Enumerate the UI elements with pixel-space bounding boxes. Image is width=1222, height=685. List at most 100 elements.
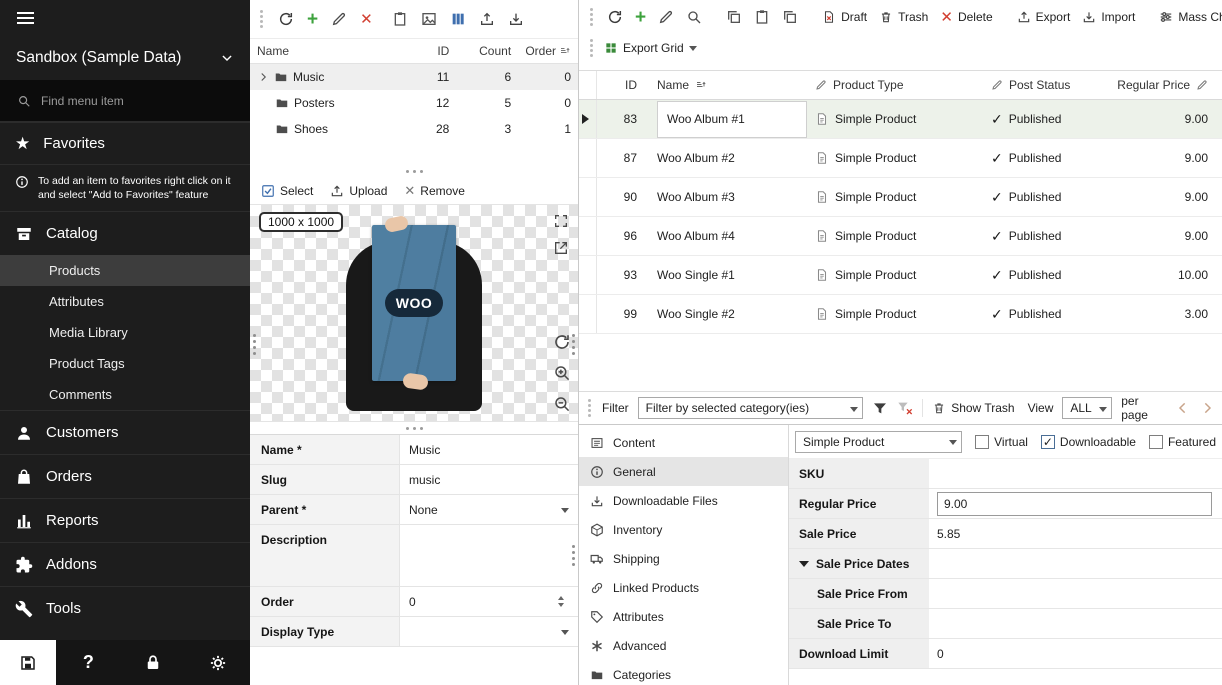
toolbar-grip[interactable]: [588, 39, 595, 57]
horizontal-splitter[interactable]: [250, 422, 578, 434]
sidebar-item-products[interactable]: Products: [0, 255, 250, 286]
sale-price-field[interactable]: 5.85: [929, 519, 1222, 548]
edit-pencil-icon[interactable]: [331, 11, 347, 27]
product-row[interactable]: 99 Woo Single #2 Simple Product ✓Publish…: [579, 295, 1222, 334]
paste-icon[interactable]: [754, 9, 770, 25]
zoom-in-icon[interactable]: [553, 364, 571, 382]
select-image-button[interactable]: Select: [261, 184, 313, 198]
product-row[interactable]: 96 Woo Album #4 Simple Product ✓Publishe…: [579, 217, 1222, 256]
name-field[interactable]: Music: [400, 435, 578, 464]
sale-price-from-field[interactable]: [929, 579, 1222, 608]
product-type-select[interactable]: Simple Product: [795, 431, 962, 453]
order-spinner[interactable]: [552, 593, 569, 610]
settings-button[interactable]: [185, 640, 250, 685]
upload-image-button[interactable]: Upload: [330, 184, 387, 198]
downloadable-checkbox[interactable]: ✓ Downloadable: [1041, 435, 1136, 449]
expand-chevron-icon[interactable]: [257, 71, 269, 83]
tab-inventory[interactable]: Inventory: [579, 515, 788, 544]
copy-icon[interactable]: [726, 9, 742, 25]
zoom-out-icon[interactable]: [553, 395, 571, 413]
edit-pencil-icon[interactable]: [658, 9, 674, 25]
image-icon[interactable]: [421, 11, 437, 27]
col-name[interactable]: Name: [250, 44, 401, 58]
prev-page-icon[interactable]: [1175, 400, 1191, 416]
col-product-name[interactable]: Name: [647, 78, 807, 92]
draft-button[interactable]: Draft: [822, 10, 867, 24]
per-page-select[interactable]: ALL: [1062, 397, 1112, 419]
col-order[interactable]: Order: [518, 44, 578, 58]
fullscreen-icon[interactable]: [553, 213, 569, 229]
toolbar-grip[interactable]: [586, 399, 593, 417]
next-page-icon[interactable]: [1199, 400, 1215, 416]
toolbar-grip[interactable]: [588, 8, 595, 26]
trash-button[interactable]: Trash: [879, 10, 928, 24]
tab-content[interactable]: Content: [579, 428, 788, 457]
store-selector[interactable]: Sandbox (Sample Data): [0, 36, 250, 80]
sale-price-dates-group[interactable]: Sale Price Dates: [789, 549, 1222, 579]
col-product-type[interactable]: Product Type: [807, 78, 987, 92]
refresh-icon[interactable]: [607, 9, 623, 25]
order-field[interactable]: 0: [400, 587, 578, 616]
product-row[interactable]: 93 Woo Single #1 Simple Product ✓Publish…: [579, 256, 1222, 295]
search-icon[interactable]: [686, 9, 702, 25]
tab-shipping[interactable]: Shipping: [579, 544, 788, 573]
category-filter-select[interactable]: Filter by selected category(ies): [638, 397, 864, 419]
regular-price-field[interactable]: 9.00: [929, 489, 1222, 518]
col-post-status[interactable]: Post Status: [987, 78, 1105, 92]
remove-image-button[interactable]: ✕ Remove: [404, 184, 465, 198]
columns-icon[interactable]: [450, 11, 466, 27]
sidebar-item-addons[interactable]: Addons: [0, 542, 250, 586]
download-tray-icon[interactable]: [508, 11, 524, 27]
product-row[interactable]: 90 Woo Album #3 Simple Product ✓Publishe…: [579, 178, 1222, 217]
sidebar-item-tools[interactable]: Tools: [0, 586, 250, 630]
col-id[interactable]: ID: [401, 44, 457, 58]
description-field[interactable]: [400, 525, 578, 586]
col-count[interactable]: Count: [456, 44, 518, 58]
add-category-icon[interactable]: +: [307, 10, 318, 29]
product-row[interactable]: 87 Woo Album #2 Simple Product ✓Publishe…: [579, 139, 1222, 178]
sidebar-item-media-library[interactable]: Media Library: [0, 317, 250, 348]
toolbar-grip[interactable]: [258, 10, 265, 28]
clear-filter-icon[interactable]: [897, 400, 913, 416]
tab-downloadable-files[interactable]: Downloadable Files: [579, 486, 788, 515]
tab-attributes[interactable]: Attributes: [579, 602, 788, 631]
sidebar-item-catalog[interactable]: Catalog: [0, 211, 250, 255]
tab-general[interactable]: General: [579, 457, 788, 486]
regular-price-input[interactable]: 9.00: [937, 492, 1212, 516]
product-row[interactable]: 83 Woo Album #1 Simple Product ✓Publishe…: [579, 100, 1222, 139]
hamburger-menu-icon[interactable]: [17, 12, 34, 24]
sidebar-item-reports[interactable]: Reports: [0, 498, 250, 542]
open-external-icon[interactable]: [553, 240, 569, 256]
menu-search-input[interactable]: Find menu item: [0, 80, 250, 122]
tab-linked-products[interactable]: Linked Products: [579, 573, 788, 602]
featured-checkbox[interactable]: ✓ Featured: [1149, 435, 1216, 449]
clipboard-icon[interactable]: [392, 11, 408, 27]
sidebar-item-comments[interactable]: Comments: [0, 379, 250, 410]
rotate-icon[interactable]: [553, 333, 571, 351]
download-limit-field[interactable]: 0: [929, 639, 1222, 668]
refresh-icon[interactable]: [278, 11, 294, 27]
col-regular-price[interactable]: Regular Price: [1105, 78, 1222, 92]
save-button[interactable]: [0, 640, 56, 685]
category-row-posters[interactable]: Posters 12 5 0: [250, 90, 578, 116]
show-trash-toggle[interactable]: Show Trash: [932, 401, 1014, 415]
slug-field[interactable]: music: [400, 465, 578, 494]
sidebar-item-favorites[interactable]: ★ Favorites: [0, 122, 250, 164]
display-type-select[interactable]: [400, 617, 578, 646]
tab-advanced[interactable]: Advanced: [579, 631, 788, 660]
sidebar-item-customers[interactable]: Customers: [0, 410, 250, 454]
horizontal-splitter[interactable]: [250, 165, 578, 177]
duplicate-icon[interactable]: [782, 9, 798, 25]
delete-button[interactable]: ✕ Delete: [940, 10, 992, 25]
sidebar-item-orders[interactable]: Orders: [0, 454, 250, 498]
col-product-id[interactable]: ID: [597, 78, 647, 92]
sku-field[interactable]: [929, 459, 1222, 488]
add-product-icon[interactable]: +: [635, 8, 646, 27]
export-button[interactable]: Export: [1017, 10, 1071, 24]
virtual-checkbox[interactable]: ✓ Virtual: [975, 435, 1028, 449]
vertical-splitter-grip[interactable]: [253, 334, 256, 355]
sidebar-item-attributes[interactable]: Attributes: [0, 286, 250, 317]
apply-filter-icon[interactable]: [872, 400, 888, 416]
category-row-shoes[interactable]: Shoes 28 3 1: [250, 116, 578, 142]
help-button[interactable]: ?: [56, 640, 121, 685]
